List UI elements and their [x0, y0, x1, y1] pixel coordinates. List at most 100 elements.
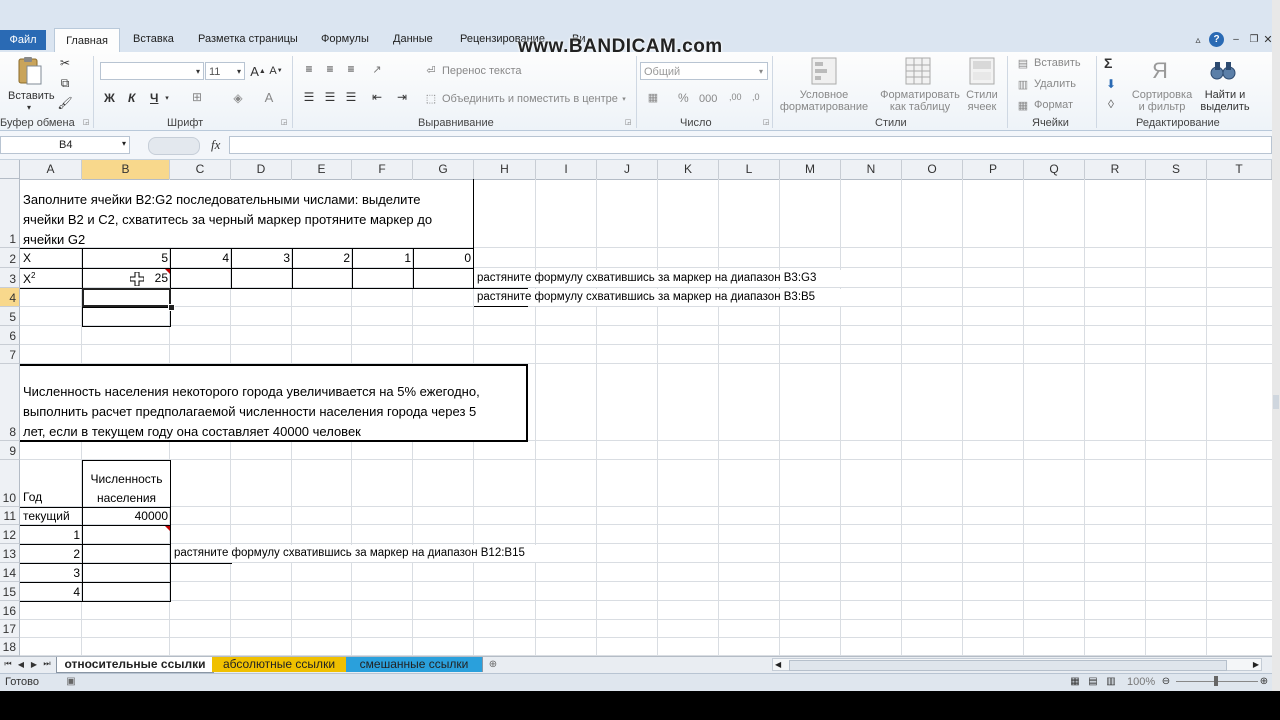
sheet-tab-absolute[interactable]: абсолютные ссылки: [212, 657, 347, 672]
font-size-dropdown-icon[interactable]: ▾: [234, 64, 244, 78]
merge-center-icon[interactable]: ⬚: [424, 91, 438, 105]
tab-insert[interactable]: Вставка: [133, 33, 174, 45]
cell-f2[interactable]: 1: [353, 251, 411, 265]
column-header-f[interactable]: F: [352, 160, 413, 179]
conditional-format-button[interactable]: Условное форматирование: [779, 89, 869, 113]
conditional-format-icon[interactable]: [810, 56, 838, 86]
column-header-r[interactable]: R: [1085, 160, 1146, 179]
find-select-icon[interactable]: [1208, 56, 1238, 86]
clipboard-launcher-icon[interactable]: ◲: [82, 118, 90, 126]
cell-a15[interactable]: 4: [21, 585, 80, 599]
row-header-18[interactable]: 18: [0, 638, 20, 656]
cell-a13[interactable]: 2: [21, 547, 80, 561]
cell-a14[interactable]: 3: [21, 566, 80, 580]
cell-h3[interactable]: растяните формулу схватившись за маркер …: [477, 272, 816, 284]
borders-icon[interactable]: ⊞: [190, 90, 204, 104]
cell-styles-icon[interactable]: [968, 56, 996, 86]
cell-b3[interactable]: 25: [83, 271, 168, 285]
cell-a2[interactable]: X: [23, 251, 31, 265]
underline-dropdown-icon[interactable]: ▾: [163, 92, 171, 104]
column-header-k[interactable]: K: [658, 160, 719, 179]
help-icon[interactable]: ?: [1209, 32, 1224, 47]
scroll-left-icon[interactable]: ◀: [775, 659, 781, 670]
cell-g2[interactable]: 0: [414, 251, 471, 265]
close-icon[interactable]: ✕: [1263, 32, 1272, 46]
paste-button[interactable]: Вставить: [8, 90, 55, 102]
align-right-icon[interactable]: ☰: [343, 90, 359, 104]
paste-dropdown-icon[interactable]: ▾: [24, 102, 34, 112]
zoom-in-icon[interactable]: ⊕: [1258, 675, 1270, 687]
bold-button[interactable]: Ж: [104, 91, 115, 105]
cell-a10[interactable]: Год: [23, 490, 42, 504]
alignment-launcher-icon[interactable]: ◲: [624, 118, 632, 126]
row-header-15[interactable]: 15: [0, 582, 20, 601]
tab-home[interactable]: Главная: [54, 28, 120, 53]
format-table-icon[interactable]: [904, 56, 932, 86]
row-header-6[interactable]: 6: [0, 326, 20, 345]
align-bottom-icon[interactable]: ≡: [343, 62, 359, 76]
column-header-b[interactable]: B: [82, 160, 170, 179]
cell-b10[interactable]: Численность населения: [83, 470, 170, 508]
row-header-2[interactable]: 2: [0, 248, 20, 268]
format-table-button[interactable]: Форматировать как таблицу: [878, 89, 962, 113]
next-sheet-icon[interactable]: ▶: [29, 658, 39, 670]
zoom-level[interactable]: 100%: [1127, 676, 1155, 688]
cell-a12[interactable]: 1: [21, 528, 80, 542]
zoom-slider-thumb[interactable]: [1214, 676, 1218, 686]
scroll-right-icon[interactable]: ▶: [1253, 659, 1259, 670]
row-header-12[interactable]: 12: [0, 525, 20, 544]
thousands-button[interactable]: 000: [699, 93, 717, 105]
delete-cells-button[interactable]: Удалить: [1034, 78, 1076, 90]
number-launcher-icon[interactable]: ◲: [762, 118, 770, 126]
row-header-10[interactable]: 10: [0, 460, 20, 507]
column-header-i[interactable]: I: [536, 160, 597, 179]
column-header-p[interactable]: P: [963, 160, 1024, 179]
percent-button[interactable]: %: [678, 91, 689, 105]
font-name-dropdown-icon[interactable]: ▾: [193, 64, 203, 78]
hscroll-thumb[interactable]: [789, 660, 1227, 671]
font-launcher-icon[interactable]: ◲: [280, 118, 288, 126]
row-header-14[interactable]: 14: [0, 563, 20, 582]
cell-e2[interactable]: 2: [293, 251, 350, 265]
fill-icon[interactable]: ⬇: [1104, 77, 1118, 91]
format-cells-icon[interactable]: ▦: [1015, 98, 1031, 112]
row-header-17[interactable]: 17: [0, 620, 20, 638]
row-header-11[interactable]: 11: [0, 507, 20, 525]
cell-styles-button[interactable]: Стили ячеек: [962, 89, 1002, 113]
fill-handle[interactable]: [168, 304, 175, 311]
prev-sheet-icon[interactable]: ◀: [16, 658, 26, 670]
insert-cells-button[interactable]: Вставить: [1034, 57, 1081, 69]
macro-record-icon[interactable]: ▣: [64, 675, 78, 687]
find-select-button[interactable]: Найти и выделить: [1196, 89, 1254, 113]
insert-sheet-icon[interactable]: ⊕: [486, 657, 500, 671]
row-header-7[interactable]: 7: [0, 345, 20, 364]
insert-cells-icon[interactable]: ▤: [1015, 56, 1031, 70]
font-name-combo[interactable]: [100, 62, 204, 80]
grow-font-icon[interactable]: A ▲: [250, 62, 266, 80]
page-layout-view-icon[interactable]: ▤: [1086, 675, 1100, 687]
delete-cells-icon[interactable]: ▥: [1015, 77, 1031, 91]
copy-icon[interactable]: ⧉: [58, 76, 72, 90]
row-header-3[interactable]: 3: [0, 268, 20, 288]
cell-d2[interactable]: 3: [232, 251, 290, 265]
paste-icon[interactable]: [14, 56, 44, 86]
align-left-icon[interactable]: ☰: [301, 90, 317, 104]
column-header-l[interactable]: L: [719, 160, 780, 179]
sort-filter-button[interactable]: Сортировка и фильтр: [1130, 89, 1194, 113]
decrease-decimal-button[interactable]: ,0: [752, 92, 760, 102]
wrap-text-icon[interactable]: ⏎: [424, 63, 438, 77]
sheet-tab-relative[interactable]: относительные ссылки: [56, 657, 214, 673]
format-cells-button[interactable]: Формат: [1034, 99, 1073, 111]
column-header-c[interactable]: C: [170, 160, 231, 179]
clear-icon[interactable]: ◊: [1104, 97, 1118, 111]
row-header-9[interactable]: 9: [0, 441, 20, 460]
column-header-g[interactable]: G: [413, 160, 474, 179]
autosum-button[interactable]: Σ: [1104, 55, 1112, 71]
font-color-icon[interactable]: A: [262, 88, 276, 106]
align-center-icon[interactable]: ☰: [322, 90, 338, 104]
currency-icon[interactable]: ▦: [644, 89, 662, 105]
column-header-j[interactable]: J: [597, 160, 658, 179]
cell-b11[interactable]: 40000: [83, 509, 168, 523]
fx-icon[interactable]: fx: [211, 137, 220, 153]
italic-button[interactable]: К: [128, 91, 135, 105]
